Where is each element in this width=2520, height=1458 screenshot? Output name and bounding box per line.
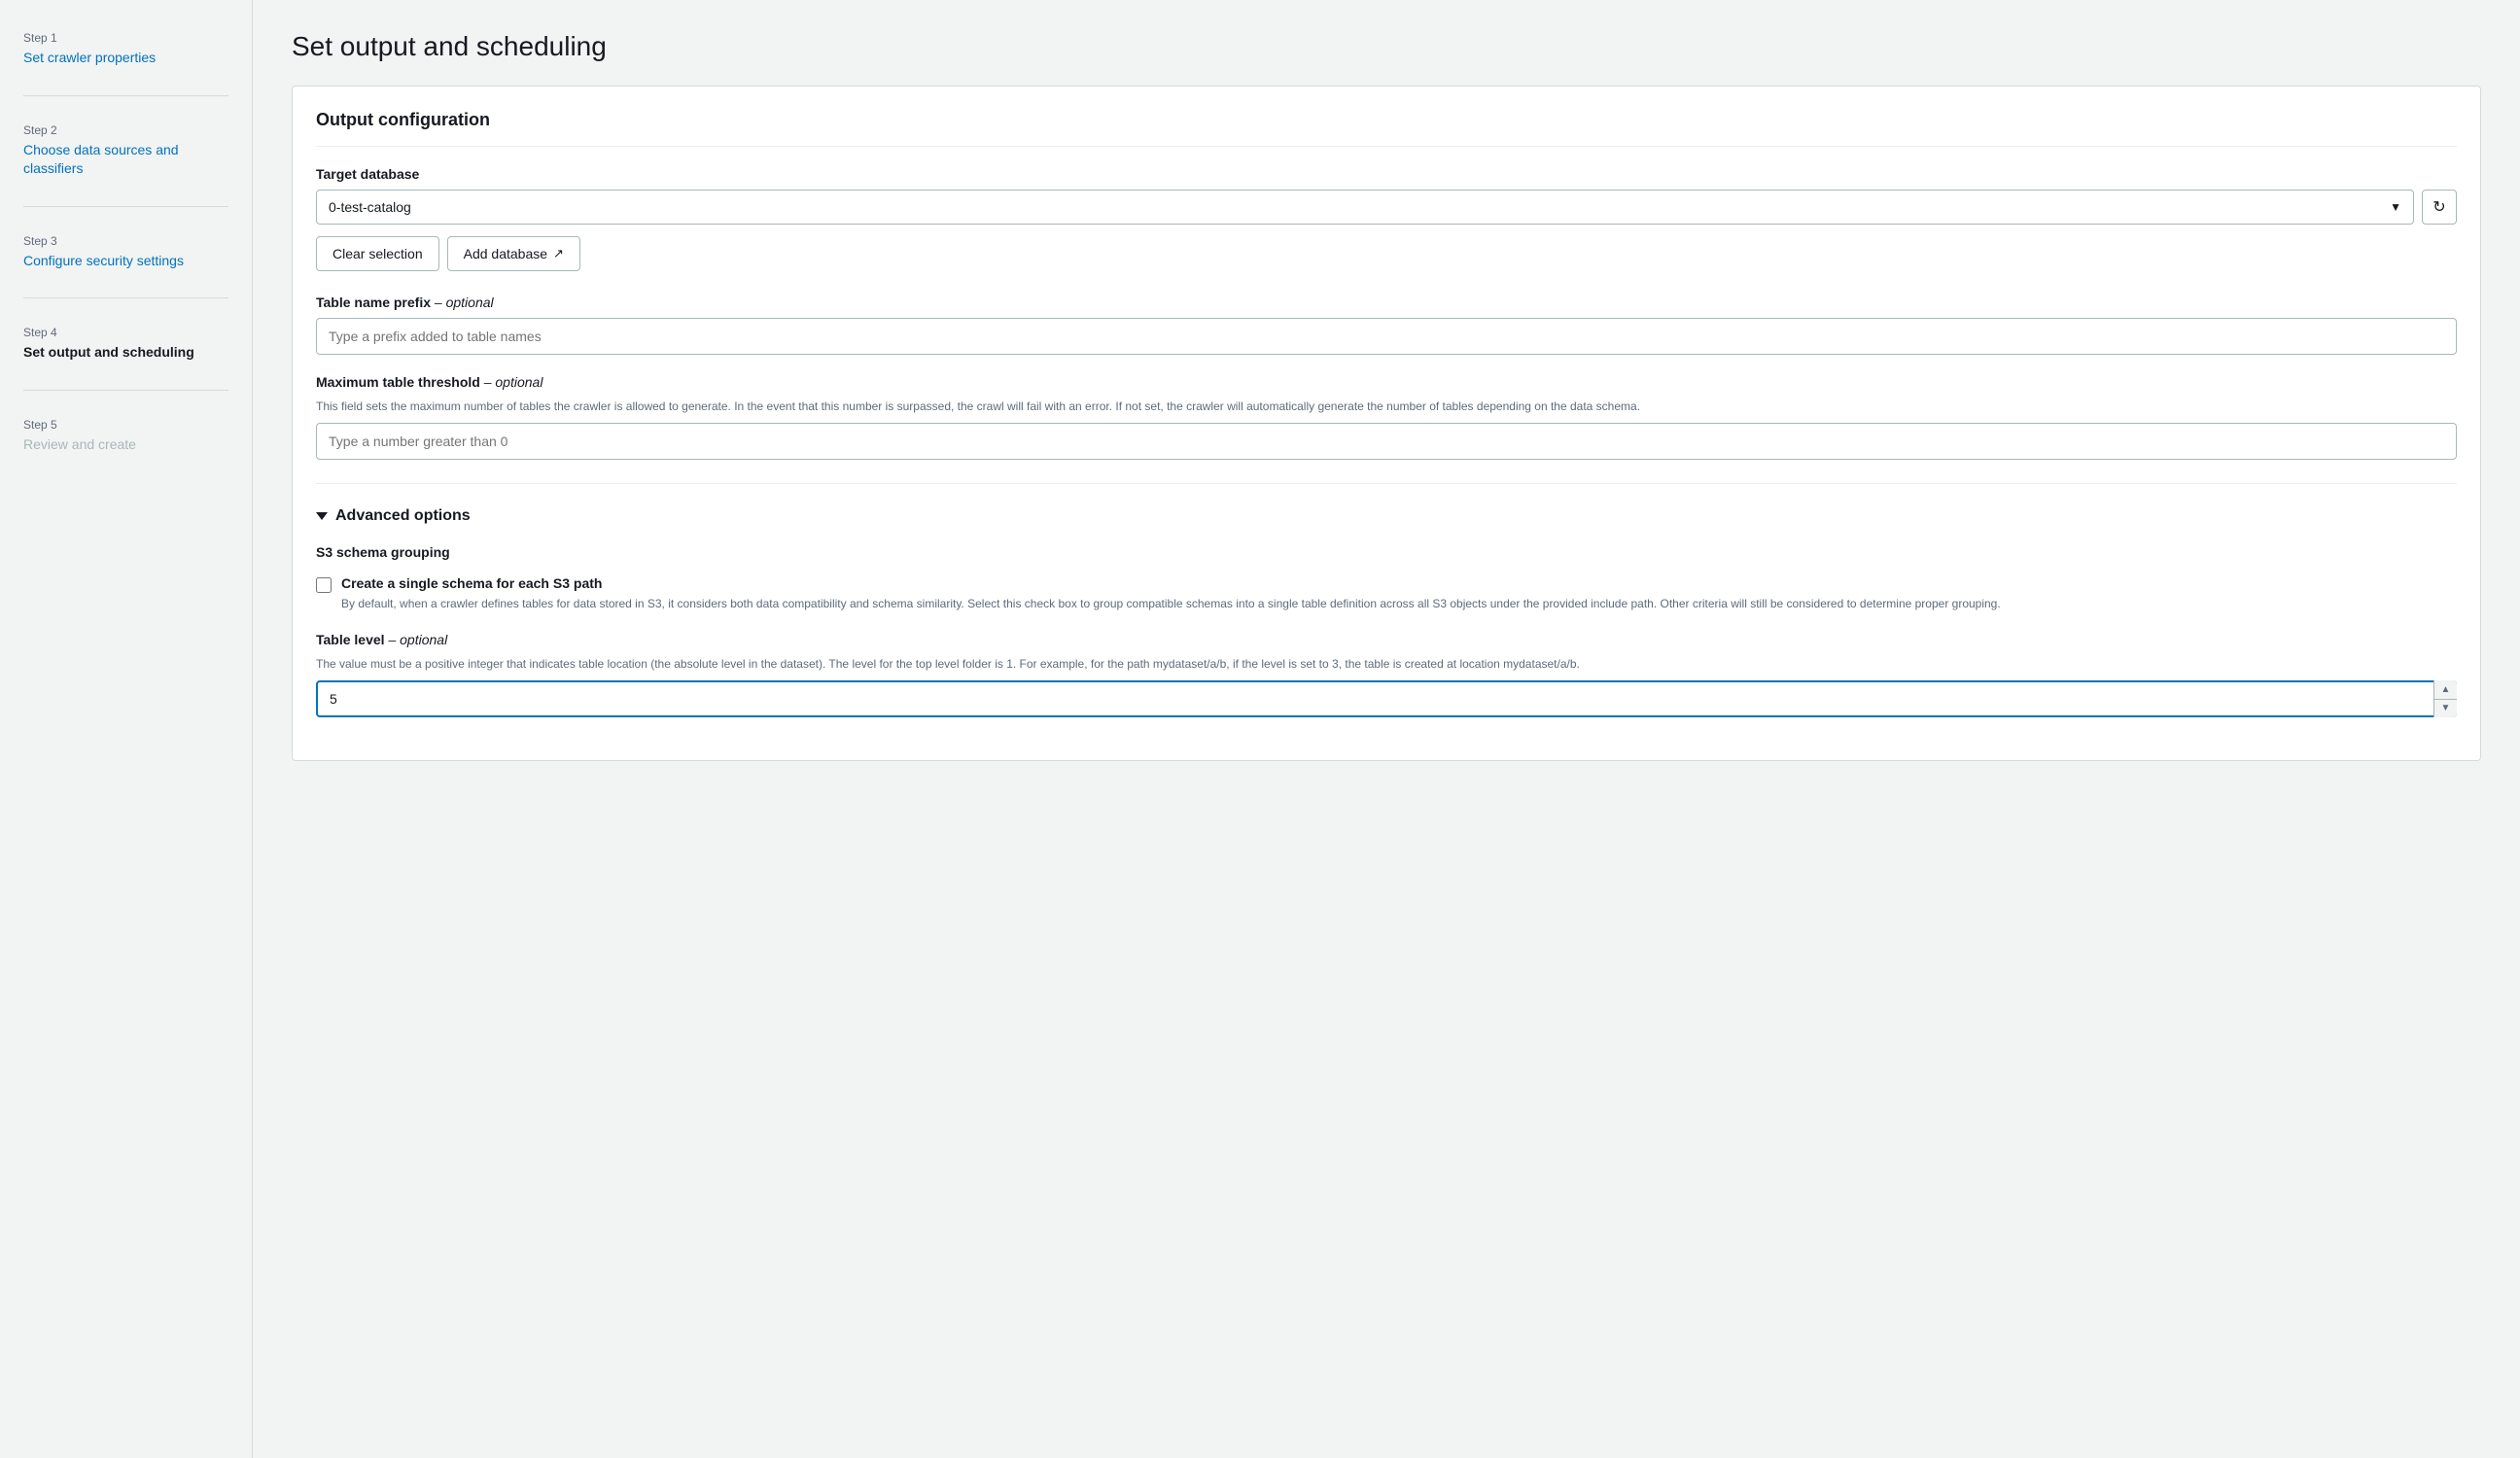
refresh-button[interactable]: ↻ — [2422, 190, 2457, 225]
main-content: Set output and scheduling Output configu… — [253, 0, 2520, 1458]
number-spinners: ▲ ▼ — [2433, 680, 2457, 717]
advanced-options-toggle[interactable]: Advanced options — [316, 507, 2457, 525]
table-level-label: Table level – optional — [316, 632, 2457, 647]
table-level-input-wrapper: ▲ ▼ — [316, 680, 2457, 717]
spinner-up-button[interactable]: ▲ — [2434, 680, 2457, 700]
database-action-buttons: Clear selection Add database ↗ — [316, 236, 2457, 271]
spinner-down-button[interactable]: ▼ — [2434, 700, 2457, 718]
add-database-button[interactable]: Add database ↗ — [447, 236, 580, 271]
dropdown-arrow-icon: ▼ — [2390, 200, 2401, 214]
output-configuration-card: Output configuration Target database 0-t… — [292, 86, 2481, 761]
table-level-group: Table level – optional The value must be… — [316, 632, 2457, 717]
single-schema-checkbox-description: By default, when a crawler defines table… — [341, 595, 2001, 612]
output-config-title: Output configuration — [316, 110, 2457, 147]
max-table-threshold-group: Maximum table threshold – optional This … — [316, 374, 2457, 460]
clear-selection-button[interactable]: Clear selection — [316, 236, 439, 271]
target-database-select[interactable]: 0-test-catalog ▼ — [316, 190, 2414, 225]
table-name-prefix-group: Table name prefix – optional — [316, 295, 2457, 355]
max-table-threshold-input[interactable] — [316, 423, 2457, 460]
section-divider — [316, 483, 2457, 484]
s3-schema-grouping-group: S3 schema grouping Create a single schem… — [316, 544, 2457, 612]
step-2-link[interactable]: Choose data sources and classifiers — [23, 142, 179, 177]
target-database-value: 0-test-catalog — [329, 199, 411, 215]
target-database-select-wrapper: 0-test-catalog ▼ ↻ — [316, 190, 2457, 225]
max-table-threshold-description: This field sets the maximum number of ta… — [316, 398, 2457, 415]
sidebar-step-4: Step 4 Set output and scheduling — [23, 326, 228, 391]
sidebar-step-3: Step 3 Configure security settings — [23, 234, 228, 299]
step-5-number: Step 5 — [23, 418, 228, 432]
sidebar-step-5: Step 5 Review and create — [23, 418, 228, 482]
target-database-group: Target database 0-test-catalog ▼ ↻ Clear… — [316, 166, 2457, 271]
single-schema-checkbox-wrapper: Create a single schema for each S3 path … — [316, 575, 2457, 612]
target-database-label: Target database — [316, 166, 2457, 182]
max-table-threshold-label: Maximum table threshold – optional — [316, 374, 2457, 390]
sidebar-step-1: Step 1 Set crawler properties — [23, 31, 228, 96]
add-database-label: Add database — [464, 246, 547, 261]
single-schema-checkbox[interactable] — [316, 577, 332, 593]
collapse-icon — [316, 512, 328, 520]
advanced-options-label: Advanced options — [335, 507, 471, 525]
step-3-link[interactable]: Configure security settings — [23, 253, 184, 268]
step-4-number: Step 4 — [23, 326, 228, 339]
sidebar: Step 1 Set crawler properties Step 2 Cho… — [0, 0, 253, 1458]
step-4-link: Set output and scheduling — [23, 344, 194, 360]
step-3-number: Step 3 — [23, 234, 228, 248]
table-name-prefix-label: Table name prefix – optional — [316, 295, 2457, 310]
single-schema-checkbox-label: Create a single schema for each S3 path — [341, 575, 2001, 591]
step-1-link[interactable]: Set crawler properties — [23, 50, 156, 65]
step-2-number: Step 2 — [23, 123, 228, 137]
table-level-input[interactable] — [316, 680, 2457, 717]
table-level-description: The value must be a positive integer tha… — [316, 655, 2457, 673]
single-schema-checkbox-content: Create a single schema for each S3 path … — [341, 575, 2001, 612]
step-1-number: Step 1 — [23, 31, 228, 45]
refresh-icon: ↻ — [2432, 197, 2445, 217]
s3-schema-grouping-title: S3 schema grouping — [316, 544, 2457, 560]
table-name-prefix-input[interactable] — [316, 318, 2457, 355]
page-title: Set output and scheduling — [292, 31, 2481, 62]
external-link-icon: ↗ — [553, 246, 564, 261]
sidebar-step-2: Step 2 Choose data sources and classifie… — [23, 123, 228, 207]
step-5-link: Review and create — [23, 436, 136, 452]
